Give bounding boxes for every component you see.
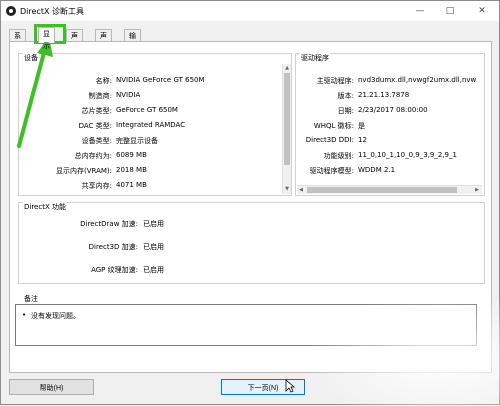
driver-row-value: 2/23/2017 08:00:00 [358, 106, 428, 114]
device-scroll-thumb[interactable] [284, 73, 290, 165]
notes-item: 没有发现问题。 [31, 312, 80, 320]
feature-row-key: Direct3D 加速: [88, 243, 138, 251]
driver-row-value: 21.21.13.7878 [358, 91, 410, 99]
driver-row-key: Direct3D DDI: [305, 136, 354, 144]
directx-features-group: DirectX 功能 DirectDraw 加速: 已启用 Direct3D 加… [18, 202, 485, 284]
driver-row-key: WHQL 徽标: [313, 122, 354, 130]
driver-row-key: 主驱动程序: [316, 77, 354, 85]
notes-box[interactable]: • 没有发现问题。 [15, 304, 477, 346]
help-button[interactable]: 帮助(H) [9, 379, 94, 395]
device-row-value: Integrated RAMDAC [116, 121, 186, 129]
mouse-cursor-icon [285, 379, 295, 393]
scroll-up-icon[interactable]: ▲ [284, 65, 290, 71]
driver-group: 驱动程序 主驱动程序: nvd3dumx.dll,nvwgf2umx.dll,n… [295, 53, 485, 196]
features-group-title: DirectX 功能 [23, 202, 67, 212]
feature-row-value: 已启用 [143, 243, 164, 251]
feature-row-value: 已启用 [143, 220, 164, 228]
driver-hscroll-thumb[interactable] [307, 187, 457, 193]
device-row-value: 2018 MB [116, 166, 147, 174]
device-scrollbar[interactable]: ▲ ▼ [282, 64, 291, 194]
device-row-value: 6089 MB [116, 151, 147, 159]
driver-row-key: 功能级别: [323, 152, 354, 160]
device-row-value: GeForce GT 650M [116, 106, 178, 114]
device-row-value: 完整显示设备 [116, 137, 158, 145]
device-row-value: NVIDIA [116, 91, 141, 99]
tab-display[interactable]: 显示 [38, 27, 55, 50]
driver-row-value: 12 [358, 136, 367, 144]
driver-row-key: 版本: [337, 92, 354, 100]
driver-row-value: nvd3dumx.dll,nvwgf2umx.dll,nvwgf2u [358, 76, 476, 84]
driver-row-value: 11_0,10_1,10_0,9_3,9_2,9_1 [358, 151, 457, 159]
driver-row-key: 日期: [337, 107, 354, 115]
close-icon[interactable]: ✕ [467, 1, 497, 21]
minimize-icon[interactable]: — [405, 1, 435, 21]
highlight-arrow-icon [17, 37, 53, 148]
maximize-icon[interactable]: □ [435, 1, 465, 21]
feature-row-key: DirectDraw 加速: [80, 220, 138, 228]
dxdiag-window: DirectX 诊断工具 — □ ✕ 系统 显示 声音 1 声音 2 输入 设备… [0, 0, 500, 406]
scroll-down-icon[interactable]: ▼ [284, 186, 290, 192]
feature-row-value: 已启用 [143, 266, 164, 274]
device-row-key: 显示内存(VRAM): [55, 167, 112, 175]
notes-bullet-icon: • [22, 311, 27, 319]
driver-row-value: 是 [358, 122, 365, 130]
driver-hscrollbar[interactable]: ◀ ▶ [297, 185, 482, 194]
device-row-value: 4071 MB [116, 181, 147, 189]
title-bar: DirectX 诊断工具 — □ ✕ [1, 1, 499, 21]
notes-title: 备注 [24, 295, 38, 303]
device-row-value: NVIDIA GeForce GT 650M [116, 76, 205, 84]
scroll-left-icon[interactable]: ◀ [298, 187, 304, 193]
driver-row-key: 驱动程序模型: [309, 167, 354, 175]
driver-info-list: 主驱动程序: nvd3dumx.dll,nvwgf2umx.dll,nvwgf2… [296, 54, 476, 184]
device-row-key: 共享内存: [81, 182, 112, 190]
feature-row-key: AGP 纹理加速: [91, 266, 138, 274]
driver-row-value: WDDM 2.1 [358, 166, 396, 174]
scroll-right-icon[interactable]: ▶ [474, 187, 480, 193]
